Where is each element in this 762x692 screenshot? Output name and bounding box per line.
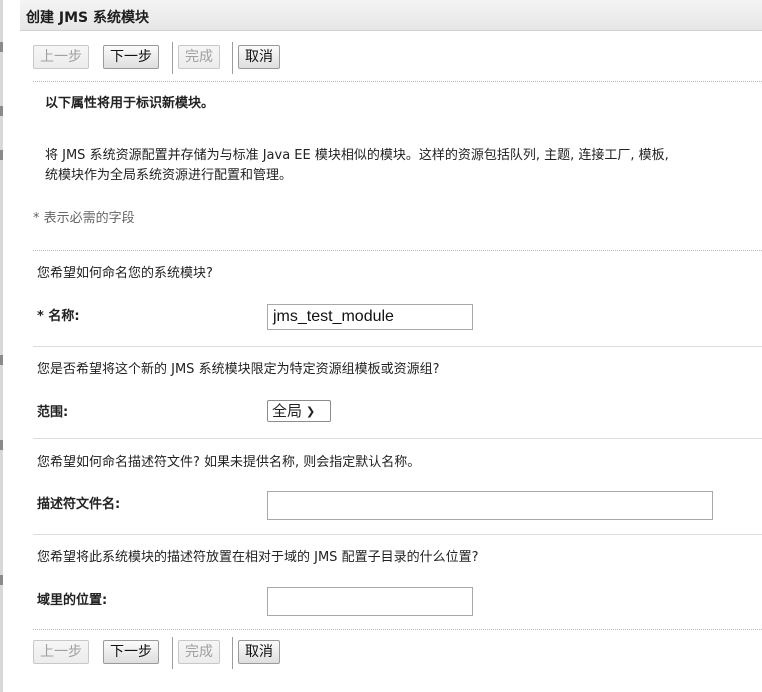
button-separator: [232, 42, 233, 74]
divider: [33, 629, 762, 630]
cancel-button[interactable]: 取消: [238, 640, 280, 664]
location-question: 您希望将此系统模块的描述符放置在相对于域的 JMS 配置子目录的什么位置?: [37, 550, 479, 565]
finish-button[interactable]: 完成: [178, 45, 220, 69]
scope-label: 范围:: [37, 405, 69, 420]
top-button-bar: 上一步 下一步 完成 取消: [33, 42, 762, 74]
name-input[interactable]: jms_test_module: [267, 304, 473, 330]
left-frame-edge: [0, 0, 3, 692]
location-label: 域里的位置:: [37, 593, 108, 608]
descriptor-label: 描述符文件名:: [37, 497, 121, 512]
cancel-button[interactable]: 取消: [238, 45, 280, 69]
title-bar: 创建 JMS 系统模块: [20, 0, 762, 31]
finish-button[interactable]: 完成: [178, 640, 220, 664]
button-separator: [172, 637, 173, 669]
divider: [33, 81, 762, 82]
descriptor-filename-input[interactable]: [267, 491, 713, 520]
descriptor-question: 您希望如何命名描述符文件? 如果未提供名称, 则会指定默认名称。: [37, 455, 421, 470]
divider: [33, 250, 762, 251]
divider: [33, 534, 762, 535]
next-button[interactable]: 下一步: [103, 45, 159, 69]
next-button[interactable]: 下一步: [103, 640, 159, 664]
back-button[interactable]: 上一步: [33, 640, 89, 664]
intro-description-line1: 将 JMS 系统资源配置并存储为与标准 Java EE 模块相似的模块。这样的资…: [45, 148, 669, 163]
name-question: 您希望如何命名您的系统模块?: [37, 266, 213, 281]
scope-selected-value: 全局: [272, 402, 303, 420]
button-separator: [172, 42, 173, 74]
chevron-down-icon: ❯: [306, 405, 316, 418]
bottom-button-bar: 上一步 下一步 完成 取消: [33, 637, 762, 669]
name-label: * 名称:: [37, 309, 80, 324]
location-input[interactable]: [267, 587, 473, 616]
divider: [33, 346, 762, 347]
scope-select[interactable]: 全局 ❯: [267, 400, 331, 422]
required-note: * 表示必需的字段: [33, 211, 135, 226]
divider: [33, 438, 762, 439]
button-separator: [232, 637, 233, 669]
page-title: 创建 JMS 系统模块: [26, 10, 149, 26]
intro-heading: 以下属性将用于标识新模块。: [45, 96, 215, 111]
intro-description-line2: 统模块作为全局系统资源进行配置和管理。: [45, 168, 293, 183]
back-button[interactable]: 上一步: [33, 45, 89, 69]
scope-question: 您是否希望将这个新的 JMS 系统模块限定为特定资源组模板或资源组?: [37, 362, 440, 377]
